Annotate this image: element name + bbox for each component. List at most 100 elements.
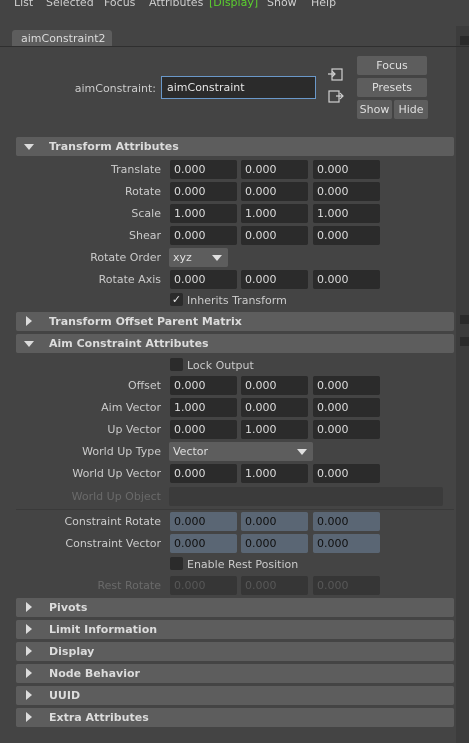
scale-label: Scale bbox=[131, 207, 161, 220]
enable-rest-position-label: Enable Rest Position bbox=[187, 558, 299, 571]
menu-show[interactable]: Show bbox=[267, 0, 297, 9]
constraint-vector-x-field[interactable]: 0.000 bbox=[170, 534, 237, 553]
menu-help[interactable]: Help bbox=[311, 0, 336, 9]
shear-x-field[interactable]: 0.000 bbox=[170, 226, 237, 245]
section-title: Node Behavior bbox=[49, 667, 140, 680]
rotate-axis-z-field[interactable]: 0.000 bbox=[313, 270, 380, 289]
scale-x-field[interactable]: 1.000 bbox=[170, 204, 237, 223]
menu-selected[interactable]: Selected bbox=[46, 0, 94, 9]
world-up-vector-x-field[interactable]: 0.000 bbox=[170, 464, 237, 483]
menu-focus[interactable]: Focus bbox=[104, 0, 135, 9]
show-button[interactable]: Show bbox=[357, 100, 392, 119]
inherits-transform-label: Inherits Transform bbox=[187, 294, 287, 307]
constraint-vector-y-field[interactable]: 0.000 bbox=[241, 534, 308, 553]
rotate-order-dropdown[interactable]: xyz bbox=[169, 248, 228, 267]
constraint-vector-z-field[interactable]: 0.000 bbox=[313, 534, 380, 553]
up-vector-x-field[interactable]: 0.000 bbox=[170, 420, 237, 439]
world-up-vector-z-field[interactable]: 0.000 bbox=[313, 464, 380, 483]
section-display[interactable]: Display bbox=[16, 642, 454, 661]
section-title: Extra Attributes bbox=[49, 711, 149, 724]
section-extra-attributes[interactable]: Extra Attributes bbox=[16, 708, 454, 727]
world-up-object-label: World Up Object bbox=[71, 490, 161, 503]
section-aim-constraint-attributes[interactable]: Aim Constraint Attributes bbox=[16, 334, 454, 353]
constraint-rotate-y-field[interactable]: 0.000 bbox=[241, 512, 308, 531]
menu-display[interactable]: [Display] bbox=[209, 0, 258, 9]
translate-z-field[interactable]: 0.000 bbox=[313, 160, 380, 179]
rest-rotate-label: Rest Rotate bbox=[97, 579, 161, 592]
rotate-axis-label: Rotate Axis bbox=[98, 273, 161, 286]
aim-vector-y-field[interactable]: 0.000 bbox=[241, 398, 308, 417]
rest-rotate-z-field: 0.000 bbox=[313, 576, 380, 595]
section-pivots[interactable]: Pivots bbox=[16, 598, 454, 617]
shear-y-field[interactable]: 0.000 bbox=[241, 226, 308, 245]
shear-z-field[interactable]: 0.000 bbox=[313, 226, 380, 245]
rest-rotate-y-field: 0.000 bbox=[241, 576, 308, 595]
translate-y-field[interactable]: 0.000 bbox=[241, 160, 308, 179]
enable-rest-position-checkbox[interactable] bbox=[170, 557, 183, 570]
scale-z-field[interactable]: 1.000 bbox=[313, 204, 380, 223]
inherits-transform-checkbox[interactable]: ✓ bbox=[170, 293, 183, 306]
world-up-vector-y-field[interactable]: 1.000 bbox=[241, 464, 308, 483]
section-title: Limit Information bbox=[49, 623, 158, 636]
section-title: Transform Attributes bbox=[49, 140, 179, 153]
world-up-type-label: World Up Type bbox=[82, 445, 161, 458]
aim-vector-z-field[interactable]: 0.000 bbox=[313, 398, 380, 417]
lock-output-checkbox[interactable] bbox=[170, 358, 183, 371]
shear-label: Shear bbox=[129, 229, 161, 242]
offset-z-field[interactable]: 0.000 bbox=[313, 376, 380, 395]
hide-button[interactable]: Hide bbox=[394, 100, 428, 119]
translate-x-field[interactable]: 0.000 bbox=[170, 160, 237, 179]
scrollbar-notch bbox=[460, 315, 469, 324]
section-title: UUID bbox=[49, 689, 81, 702]
rotate-label: Rotate bbox=[124, 185, 161, 198]
section-title: Display bbox=[49, 645, 95, 658]
offset-x-field[interactable]: 0.000 bbox=[170, 376, 237, 395]
right-scrollbar[interactable] bbox=[456, 26, 469, 743]
tab-aimconstraint2[interactable]: aimConstraint2 bbox=[12, 30, 112, 47]
rotate-y-field[interactable]: 0.000 bbox=[241, 182, 308, 201]
collapse-arrow-icon bbox=[24, 144, 34, 150]
constraint-vector-label: Constraint Vector bbox=[65, 537, 161, 550]
scrollbar-notch bbox=[460, 337, 469, 346]
menu-attributes[interactable]: Attributes bbox=[149, 0, 203, 9]
section-transform-offset-parent-matrix[interactable]: Transform Offset Parent Matrix bbox=[16, 312, 454, 331]
node-name-label: aimConstraint: bbox=[74, 82, 156, 95]
world-up-object-field[interactable] bbox=[169, 487, 443, 506]
expand-arrow-icon bbox=[26, 602, 32, 612]
section-limit-information[interactable]: Limit Information bbox=[16, 620, 454, 639]
section-transform-attributes[interactable]: Transform Attributes bbox=[16, 137, 454, 156]
rotate-x-field[interactable]: 0.000 bbox=[170, 182, 237, 201]
node-name-input[interactable]: aimConstraint bbox=[161, 76, 316, 99]
menu-bar: List Selected Focus Attributes [Display]… bbox=[0, 0, 469, 12]
section-uuid[interactable]: UUID bbox=[16, 686, 454, 705]
constraint-rotate-z-field[interactable]: 0.000 bbox=[313, 512, 380, 531]
rest-rotate-x-field: 0.000 bbox=[170, 576, 237, 595]
expand-arrow-icon bbox=[26, 646, 32, 656]
aim-vector-x-field[interactable]: 1.000 bbox=[170, 398, 237, 417]
rotate-axis-x-field[interactable]: 0.000 bbox=[170, 270, 237, 289]
up-vector-y-field[interactable]: 1.000 bbox=[241, 420, 308, 439]
rotate-z-field[interactable]: 0.000 bbox=[313, 182, 380, 201]
up-vector-z-field[interactable]: 0.000 bbox=[313, 420, 380, 439]
section-title: Pivots bbox=[49, 601, 88, 614]
lock-output-label: Lock Output bbox=[187, 359, 254, 372]
copy-tab-icon[interactable] bbox=[327, 89, 344, 104]
scrollbar-notch bbox=[460, 36, 469, 45]
rotate-axis-y-field[interactable]: 0.000 bbox=[241, 270, 308, 289]
offset-label: Offset bbox=[127, 379, 161, 392]
offset-y-field[interactable]: 0.000 bbox=[241, 376, 308, 395]
focus-button[interactable]: Focus bbox=[357, 56, 427, 75]
constraint-rotate-x-field[interactable]: 0.000 bbox=[170, 512, 237, 531]
menu-list[interactable]: List bbox=[14, 0, 33, 9]
world-up-type-dropdown[interactable]: Vector bbox=[169, 442, 313, 461]
chevron-down-icon bbox=[297, 449, 307, 455]
load-attributes-icon[interactable] bbox=[327, 67, 344, 82]
scale-y-field[interactable]: 1.000 bbox=[241, 204, 308, 223]
expand-arrow-icon bbox=[26, 316, 32, 326]
section-node-behavior[interactable]: Node Behavior bbox=[16, 664, 454, 683]
rotate-order-value: xyz bbox=[173, 251, 192, 264]
presets-button[interactable]: Presets bbox=[357, 78, 427, 97]
divider bbox=[16, 509, 454, 510]
constraint-rotate-label: Constraint Rotate bbox=[64, 515, 161, 528]
expand-arrow-icon bbox=[26, 624, 32, 634]
